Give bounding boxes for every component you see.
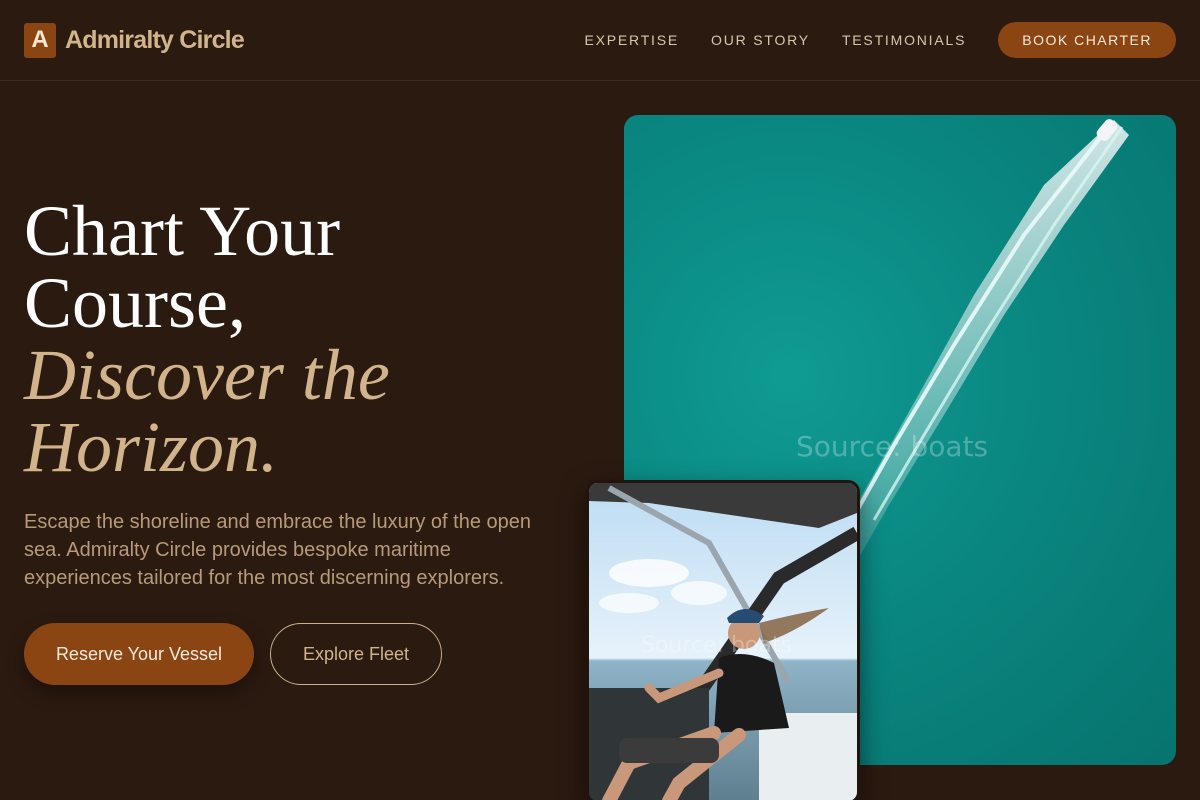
brand-name: Admiralty Circle <box>65 25 245 54</box>
main-photo-watermark: Source: boats <box>796 430 989 463</box>
nav-link-our-story[interactable]: OUR STORY <box>711 32 810 48</box>
reserve-vessel-button[interactable]: Reserve Your Vessel <box>24 623 254 685</box>
inset-photo-watermark: Source: boats <box>641 633 792 658</box>
headline-line-2: Course, <box>24 263 246 343</box>
brand-logo[interactable]: A Admiralty Circle <box>24 22 245 58</box>
hero-actions: Reserve Your Vessel Explore Fleet <box>24 623 564 685</box>
book-charter-button[interactable]: BOOK CHARTER <box>998 22 1176 58</box>
boat-driver-photo: Source: boats <box>586 480 860 800</box>
headline-accent-line-2: Horizon. <box>24 407 279 487</box>
headline-accent-line-1: Discover the <box>24 335 390 415</box>
headline-line-1: Chart Your <box>24 191 341 271</box>
hero-section: Chart Your Course, Discover the Horizon.… <box>24 195 564 685</box>
hero-description: Escape the shoreline and embrace the lux… <box>24 511 531 589</box>
top-navbar: A Admiralty Circle EXPERTISE OUR STORY T… <box>0 0 1200 81</box>
brand-mark-icon: A <box>24 22 56 58</box>
nav-link-expertise[interactable]: EXPERTISE <box>584 32 679 48</box>
nav-link-testimonials[interactable]: TESTIMONIALS <box>842 32 966 48</box>
main-nav: EXPERTISE OUR STORY TESTIMONIALS BOOK CH… <box>584 22 1176 58</box>
hero-headline: Chart Your Course, Discover the Horizon. <box>24 195 564 483</box>
explore-fleet-button[interactable]: Explore Fleet <box>270 623 442 685</box>
